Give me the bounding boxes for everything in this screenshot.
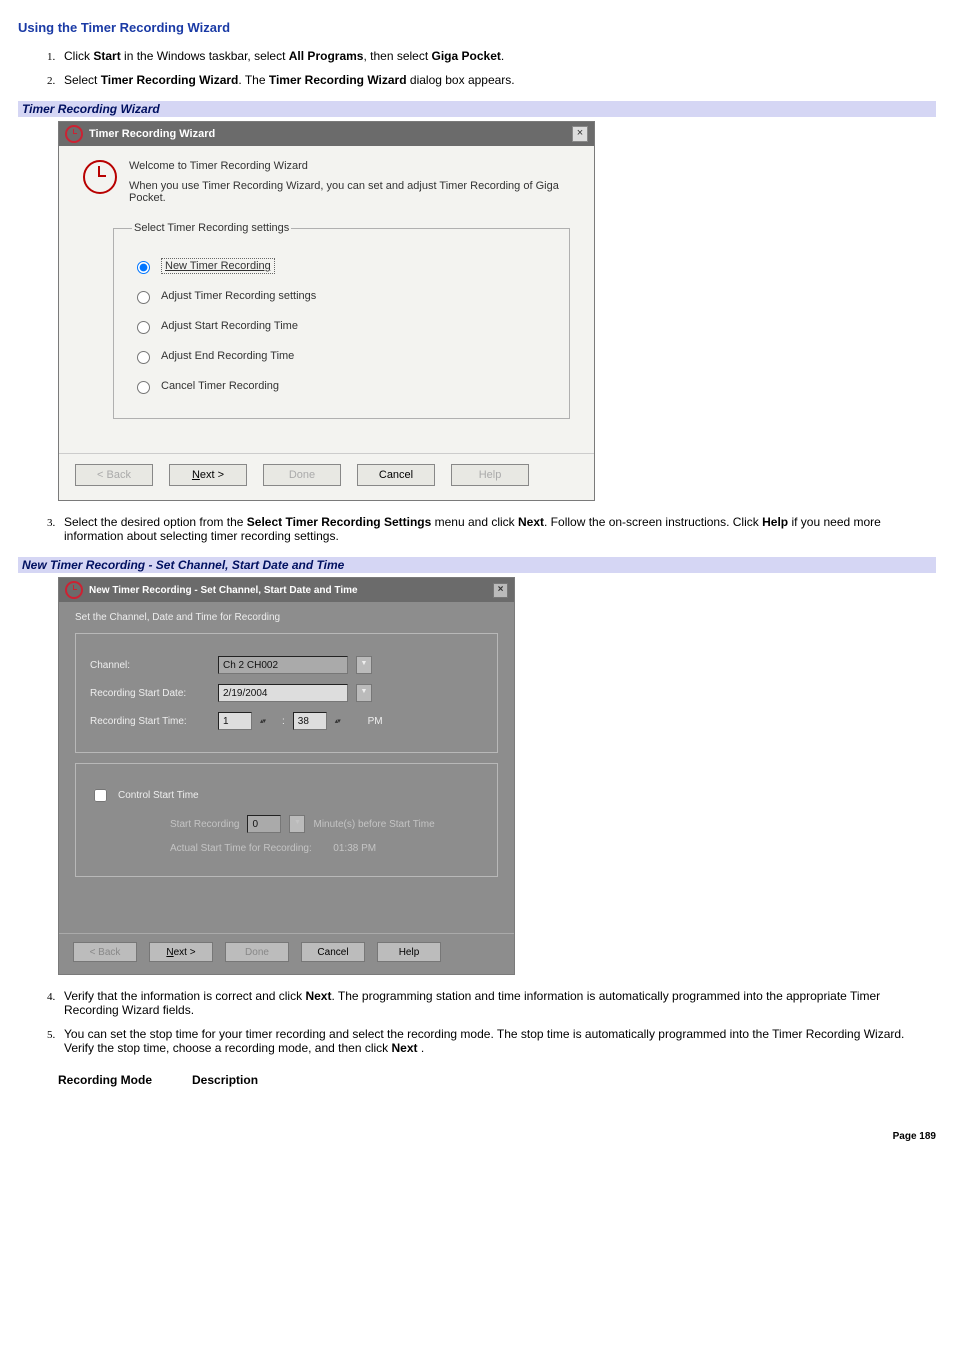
radio-new-timer[interactable]: New Timer Recording: [132, 258, 551, 274]
dialog-timer-recording-wizard: Timer Recording Wizard × Welcome to Time…: [58, 121, 595, 501]
dialog-title-text: Timer Recording Wizard: [89, 128, 215, 140]
control-start-checkbox[interactable]: [94, 789, 107, 802]
radio-group-legend: Select Timer Recording settings: [132, 222, 291, 234]
dialog-titlebar: Timer Recording Wizard ×: [59, 122, 594, 146]
back-button: < Back: [75, 464, 153, 486]
ampm-label: PM: [368, 716, 383, 727]
radio-adjust-settings[interactable]: Adjust Timer Recording settings: [132, 288, 551, 304]
next-button[interactable]: Next >: [149, 942, 213, 962]
spinner-icon[interactable]: [260, 718, 274, 725]
chevron-down-icon[interactable]: ▼: [356, 656, 372, 674]
help-button[interactable]: Help: [451, 464, 529, 486]
radio-adjust-end[interactable]: Adjust End Recording Time: [132, 348, 551, 364]
spinner-icon[interactable]: [335, 718, 349, 725]
radio-input[interactable]: [137, 291, 150, 304]
intro-text-1: Welcome to Timer Recording Wizard: [129, 160, 570, 172]
start-time-label: Recording Start Time:: [90, 716, 210, 727]
radio-cancel-timer[interactable]: Cancel Timer Recording: [132, 378, 551, 394]
start-date-field[interactable]: 2/19/2004: [218, 684, 348, 702]
dialog-titlebar: New Timer Recording - Set Channel, Start…: [59, 578, 514, 602]
clock-icon: [83, 160, 117, 194]
actual-start-label: Actual Start Time for Recording:: [170, 843, 312, 854]
step-4: Verify that the information is correct a…: [58, 989, 936, 1017]
section-heading: Using the Timer Recording Wizard: [18, 20, 936, 35]
radio-input[interactable]: [137, 321, 150, 334]
start-date-label: Recording Start Date:: [90, 688, 210, 699]
channel-label: Channel:: [90, 660, 210, 671]
cancel-button[interactable]: Cancel: [357, 464, 435, 486]
minute-input[interactable]: 38: [293, 712, 327, 730]
done-button: Done: [225, 942, 289, 962]
clock-icon: [65, 581, 83, 599]
step-5: You can set the stop time for your timer…: [58, 1027, 936, 1055]
radio-adjust-start[interactable]: Adjust Start Recording Time: [132, 318, 551, 334]
radio-group: Select Timer Recording settings New Time…: [113, 222, 570, 419]
start-recording-label: Start Recording: [170, 819, 239, 830]
control-start-label: Control Start Time: [118, 790, 199, 801]
next-button[interactable]: Next >: [169, 464, 247, 486]
channel-select[interactable]: Ch 2 CH002: [218, 656, 348, 674]
clock-icon: [65, 125, 83, 143]
chevron-down-icon: ▼: [289, 815, 305, 833]
table-header-desc: Description: [192, 1069, 298, 1091]
radio-input[interactable]: [137, 381, 150, 394]
done-button: Done: [263, 464, 341, 486]
figure-caption-2: New Timer Recording - Set Channel, Start…: [18, 557, 936, 573]
radio-input[interactable]: [137, 261, 150, 274]
start-recording-suffix: Minute(s) before Start Time: [313, 819, 434, 830]
intro-text-2: When you use Timer Recording Wizard, you…: [129, 180, 570, 204]
dialog-new-timer-recording: New Timer Recording - Set Channel, Start…: [58, 577, 515, 975]
cancel-button[interactable]: Cancel: [301, 942, 365, 962]
chevron-down-icon[interactable]: ▼: [356, 684, 372, 702]
step-2: Select Timer Recording Wizard. The Timer…: [58, 73, 936, 87]
actual-start-value: 01:38 PM: [333, 843, 376, 854]
radio-input[interactable]: [137, 351, 150, 364]
start-recording-input: 0: [247, 815, 281, 833]
table-header-mode: Recording Mode: [58, 1069, 192, 1091]
dialog-title-text: New Timer Recording - Set Channel, Start…: [89, 585, 358, 596]
close-icon[interactable]: ×: [572, 126, 588, 142]
close-icon[interactable]: ×: [493, 583, 508, 598]
step-1: Click Start in the Windows taskbar, sele…: [58, 49, 936, 63]
step-3: Select the desired option from the Selec…: [58, 515, 936, 543]
figure-caption-1: Timer Recording Wizard: [18, 101, 936, 117]
page-number: Page 189: [893, 1131, 936, 1142]
help-button[interactable]: Help: [377, 942, 441, 962]
hour-input[interactable]: 1: [218, 712, 252, 730]
back-button: < Back: [73, 942, 137, 962]
dialog-subtitle: Set the Channel, Date and Time for Recor…: [75, 612, 498, 623]
recording-mode-table: Recording Mode Description: [58, 1069, 298, 1091]
